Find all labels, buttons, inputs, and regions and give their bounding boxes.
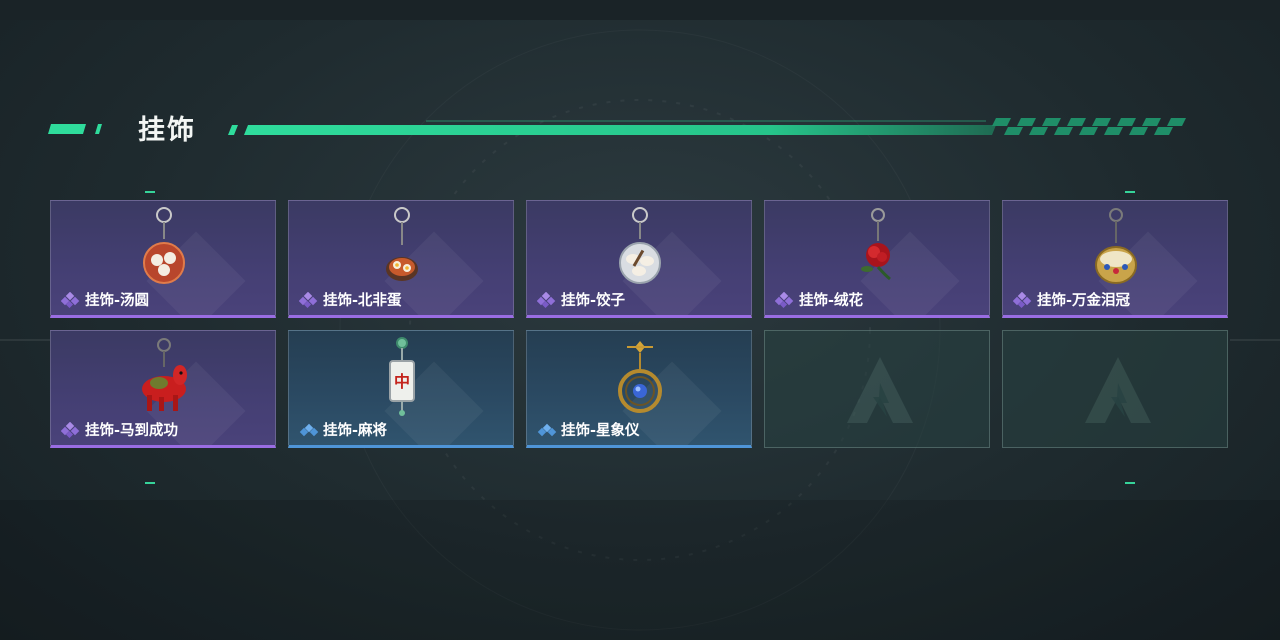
epic-rarity-icon — [61, 421, 80, 438]
corner-marker — [145, 191, 155, 193]
epic-rarity-icon — [775, 291, 794, 308]
charm-label: 挂饰-马到成功 — [85, 423, 179, 439]
charm-label: 挂饰-汤圆 — [85, 293, 150, 309]
jeweled-crown-charm-icon — [1095, 208, 1137, 284]
epic-rarity-icon — [537, 291, 556, 308]
label-row: 挂饰-星象仪 — [537, 419, 640, 440]
charm-card[interactable]: 挂饰-汤圆 — [50, 200, 276, 318]
page-title: 挂饰 — [138, 115, 196, 146]
charm-label: 挂饰-饺子 — [561, 293, 626, 309]
empty-slot[interactable] — [764, 330, 990, 448]
epic-rarity-icon — [61, 291, 80, 308]
tangyuan-charm-icon — [143, 207, 185, 284]
charm-label: 挂饰-绒花 — [799, 293, 864, 309]
empty-slot[interactable] — [1002, 330, 1228, 448]
red-horse-charm-icon — [142, 338, 187, 411]
section-header: 挂饰 — [0, 100, 1280, 160]
velvet-flower-charm-icon — [861, 208, 891, 281]
shakshuka-charm-icon — [386, 207, 418, 281]
label-row: 挂饰-马到成功 — [61, 419, 178, 440]
label-row: 挂饰-北非蛋 — [299, 289, 402, 310]
corner-marker — [1125, 482, 1135, 484]
charm-card[interactable]: 挂饰-马到成功 — [50, 330, 276, 448]
charm-label: 挂饰-星象仪 — [561, 423, 640, 439]
charm-card[interactable]: 挂饰-万金泪冠 — [1002, 200, 1228, 318]
epic-rarity-icon — [299, 291, 318, 308]
charm-card[interactable]: 中 挂饰-麻将 — [288, 330, 514, 448]
rare-rarity-icon — [537, 423, 557, 436]
header-accent-left — [48, 124, 102, 134]
label-row: 挂饰-万金泪冠 — [1013, 289, 1130, 310]
corner-marker — [145, 482, 155, 484]
header-accent-bar — [228, 118, 1186, 135]
charm-grid: 挂饰-汤圆 挂饰-北非蛋 挂饰-饺子 挂饰-绒花 挂饰-万金泪冠 挂饰-马到成功… — [50, 200, 1230, 450]
top-bar — [0, 0, 1280, 20]
astrolabe-charm-icon — [618, 341, 662, 413]
charm-card[interactable]: 挂饰-饺子 — [526, 200, 752, 318]
charm-label: 挂饰-麻将 — [323, 423, 388, 439]
charm-card[interactable]: 挂饰-星象仪 — [526, 330, 752, 448]
mahjong-tile-charm-icon: 中 — [389, 337, 415, 416]
label-row: 挂饰-汤圆 — [61, 289, 149, 310]
rare-rarity-icon — [299, 423, 319, 436]
label-row: 挂饰-麻将 — [299, 419, 387, 440]
label-row: 挂饰-绒花 — [775, 289, 863, 310]
label-row: 挂饰-饺子 — [537, 289, 625, 310]
empty-slot-logo-icon — [1085, 357, 1151, 423]
charm-card[interactable]: 挂饰-绒花 — [764, 200, 990, 318]
empty-slot-logo-icon — [847, 357, 913, 423]
corner-marker — [1125, 191, 1135, 193]
epic-rarity-icon — [1013, 291, 1032, 308]
dumpling-charm-icon — [619, 207, 661, 284]
charm-label: 挂饰-北非蛋 — [323, 293, 402, 309]
svg-text:中: 中 — [394, 372, 410, 391]
charm-label: 挂饰-万金泪冠 — [1037, 293, 1131, 309]
charm-card[interactable]: 挂饰-北非蛋 — [288, 200, 514, 318]
